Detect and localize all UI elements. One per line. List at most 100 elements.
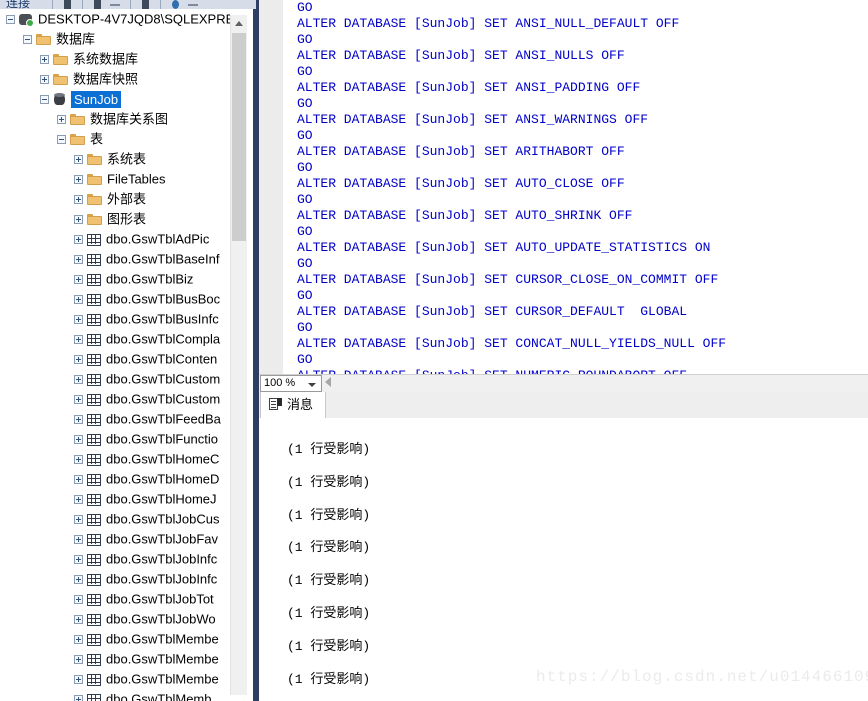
expand-icon[interactable] [74,615,83,625]
expand-icon[interactable] [74,535,83,545]
tree-node-label: dbo.GswTblMemb [106,691,212,701]
expand-icon[interactable] [40,55,49,65]
toolbar-icon-3[interactable] [110,4,120,6]
expand-icon[interactable] [74,575,83,585]
tree-node[interactable]: SunJob [0,89,230,109]
tree-node[interactable]: dbo.GswTblConten [0,349,230,369]
tree-node[interactable]: dbo.GswTblCustom [0,389,230,409]
tree-node[interactable]: dbo.GswTblAdPic [0,229,230,249]
table-icon [87,633,101,646]
toolbar-icon-1[interactable] [64,0,71,9]
horizontal-scroll-left-arrow[interactable] [325,377,331,387]
expand-icon[interactable] [74,695,83,701]
message-line: (1 行受影响) [287,474,371,490]
expand-icon[interactable] [74,655,83,665]
expand-icon[interactable] [74,395,83,405]
tree-node[interactable]: FileTables [0,169,230,189]
expand-icon[interactable] [74,215,83,225]
tree-node[interactable]: dbo.GswTblMemb [0,689,230,701]
tree-node[interactable]: 表 [0,129,230,149]
tree-node[interactable]: dbo.GswTblMembe [0,649,230,669]
expand-icon[interactable] [74,635,83,645]
tree-node[interactable]: dbo.GswTblJobTot [0,589,230,609]
scroll-up-button[interactable] [231,15,247,31]
tree-node-label: dbo.GswTblJobTot [106,591,214,607]
sql-text-area[interactable]: GO ALTER DATABASE [SunJob] SET ANSI_NULL_… [283,0,868,378]
expand-icon[interactable] [74,195,83,205]
expand-icon[interactable] [74,495,83,505]
tree-node[interactable]: 外部表 [0,189,230,209]
collapse-icon[interactable] [40,95,49,105]
results-tab-bar[interactable]: 消息 [259,392,868,419]
tree-node[interactable]: dbo.GswTblBusBoc [0,289,230,309]
tree-node[interactable]: dbo.GswTblJobInfc [0,569,230,589]
messages-output[interactable]: (1 行受影响) (1 行受影响) (1 行受影响) (1 行受影响) (1 行受影响)… [259,418,868,701]
expand-icon[interactable] [74,275,83,285]
toolbar-icon-4[interactable] [142,0,149,9]
expand-icon[interactable] [74,335,83,345]
object-explorer-tree[interactable]: DESKTOP-4V7JQD8\SQLEXPRESS 数据库系统数据库数据库快照 S… [0,9,230,701]
expand-icon[interactable] [74,475,83,485]
expand-icon[interactable] [57,115,66,125]
tree-node[interactable]: dbo.GswTblBusInfc [0,309,230,329]
tree-node-label: dbo.GswTblBaseInf [106,251,220,267]
table-icon [87,253,101,266]
tree-node[interactable]: dbo.GswTblHomeJ [0,489,230,509]
expand-icon[interactable] [74,415,83,425]
expand-icon[interactable] [40,75,49,85]
expand-icon[interactable] [74,235,83,245]
tree-node[interactable]: dbo.GswTblBaseInf [0,249,230,269]
collapse-icon[interactable] [57,135,66,145]
collapse-icon[interactable] [23,35,32,45]
tree-node[interactable]: dbo.GswTblMembe [0,629,230,649]
tree-node-label: 数据库关系图 [90,111,169,127]
toolbar-icon-2[interactable] [94,0,101,9]
expand-icon[interactable] [74,515,83,525]
query-editor-pane[interactable]: GO ALTER DATABASE [SunJob] SET ANSI_NULL_… [259,0,868,378]
expand-icon[interactable] [74,175,83,185]
zoom-level-select[interactable]: 100 % [260,375,322,392]
tree-node[interactable]: 数据库关系图 [0,109,230,129]
tree-node[interactable]: dbo.GswTblJobCus [0,509,230,529]
tree-node[interactable]: 数据库快照 [0,69,230,89]
expand-icon[interactable] [74,435,83,445]
tree-node[interactable]: dbo.GswTblFeedBa [0,409,230,429]
sql-line: GO [297,256,313,271]
tree-node[interactable]: 系统数据库 [0,49,230,69]
tree-node[interactable]: dbo.GswTblHomeC [0,449,230,469]
tree-node[interactable]: dbo.GswTblFunctio [0,429,230,449]
expand-icon[interactable] [74,595,83,605]
expand-icon[interactable] [74,295,83,305]
tree-node[interactable]: dbo.GswTblCustom [0,369,230,389]
tree-node-label: dbo.GswTblJobFav [106,531,218,547]
toolbar-icon-5[interactable] [188,4,198,6]
expand-icon[interactable] [74,455,83,465]
expand-icon[interactable] [74,315,83,325]
scrollbar-thumb[interactable] [232,33,246,241]
tree-node[interactable]: dbo.GswTblHomeD [0,469,230,489]
tree-node[interactable]: 图形表 [0,209,230,229]
table-icon [87,613,101,626]
tree-node[interactable]: dbo.GswTblJobFav [0,529,230,549]
collapse-icon[interactable] [6,15,15,25]
folder-icon [70,133,85,146]
tree-node[interactable]: dbo.GswTblJobWo [0,609,230,629]
expand-icon[interactable] [74,555,83,565]
object-explorer-scrollbar[interactable] [230,15,247,695]
refresh-icon[interactable] [172,0,179,9]
tree-node[interactable]: 系统表 [0,149,230,169]
expand-icon[interactable] [74,155,83,165]
tree-node[interactable]: DESKTOP-4V7JQD8\SQLEXPRESS [0,9,230,29]
tree-node-label: 表 [90,131,104,147]
expand-icon[interactable] [74,355,83,365]
expand-icon[interactable] [74,675,83,685]
watermark-text: https://blog.csdn.net/u014466109 [536,668,868,686]
expand-icon[interactable] [74,255,83,265]
tree-node[interactable]: dbo.GswTblJobInfc [0,549,230,569]
tree-node[interactable]: dbo.GswTblMembe [0,669,230,689]
tree-node[interactable]: dbo.GswTblCompla [0,329,230,349]
tree-node[interactable]: dbo.GswTblBiz [0,269,230,289]
tree-node[interactable]: 数据库 [0,29,230,49]
expand-icon[interactable] [74,375,83,385]
tab-messages[interactable]: 消息 [260,392,327,418]
